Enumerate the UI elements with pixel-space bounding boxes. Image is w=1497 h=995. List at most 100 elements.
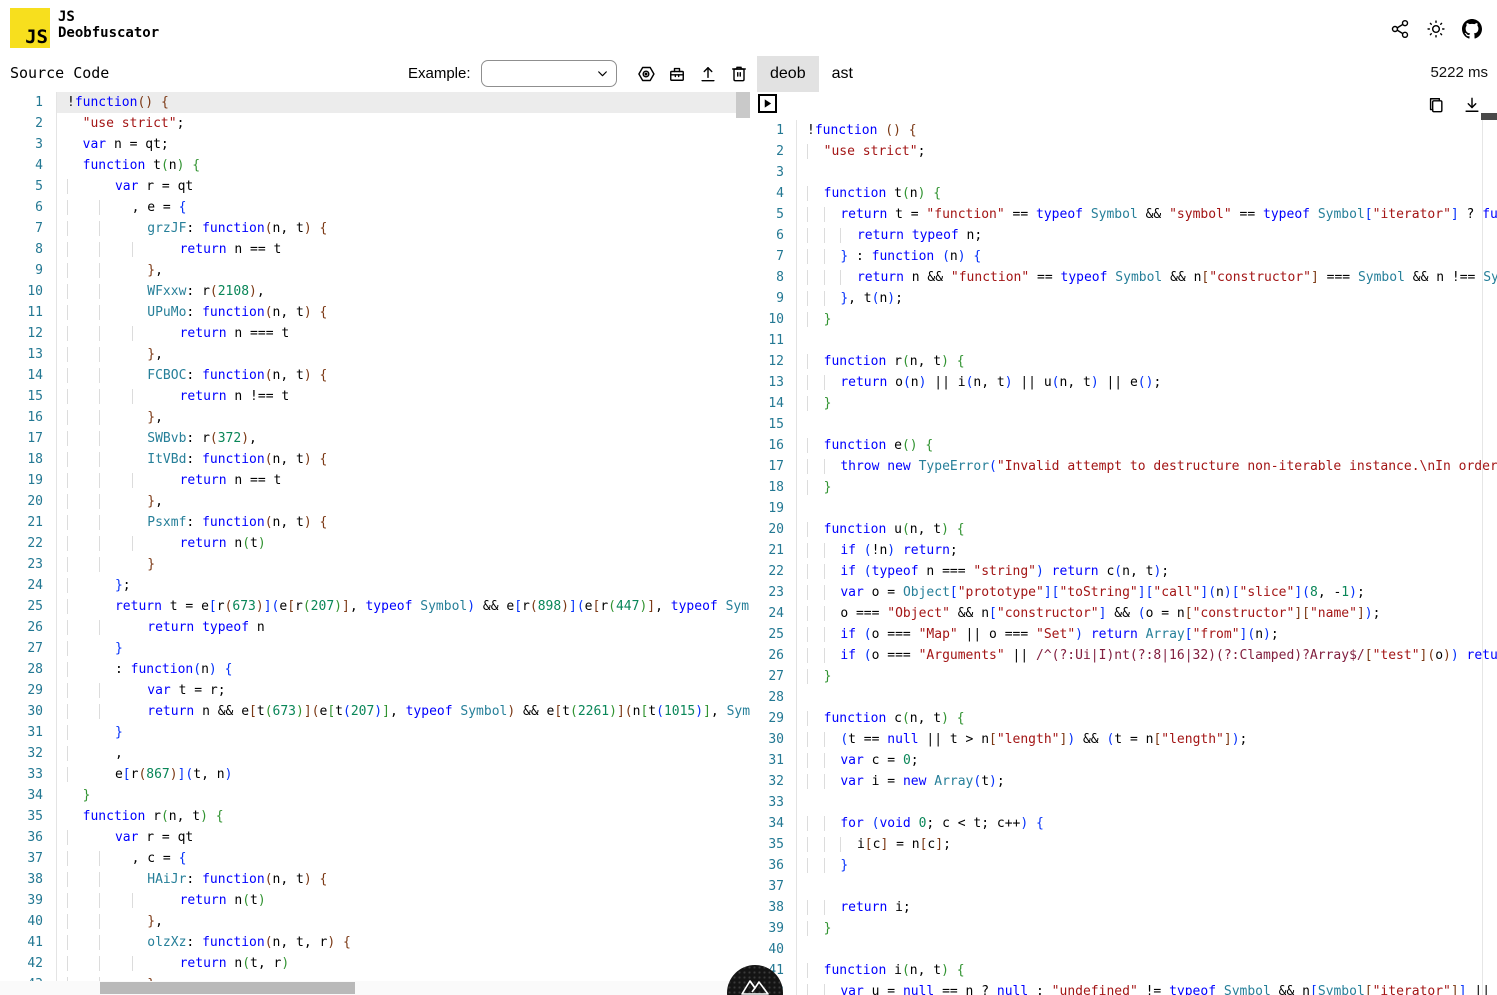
line-numbers: 1234567891011121314151617181920212223242… (750, 120, 796, 995)
source-editor-hscrollbar-thumb[interactable] (100, 982, 355, 994)
code-line: : function(n) { (67, 659, 750, 680)
code-line: function r(n, t) { (807, 351, 1497, 372)
example-label: Example: (408, 65, 471, 82)
code-line: o === "Object" && n["constructor"] && (o… (807, 603, 1497, 624)
output-toolbar (750, 92, 1497, 120)
output-editor-scrollbar-thumb[interactable] (1481, 113, 1497, 120)
code-line: }, (67, 491, 750, 512)
code-line: }, t(n); (807, 288, 1497, 309)
source-editor-hscrollbar (0, 981, 750, 995)
code-line: return n == t (67, 470, 750, 491)
code-line (807, 414, 1497, 435)
code-line: } (807, 855, 1497, 876)
code-line: UPuMo: function(n, t) { (67, 302, 750, 323)
code-line: FCBOC: function(n, t) { (67, 365, 750, 386)
code-line: function t(n) { (807, 183, 1497, 204)
code-line: , (67, 743, 750, 764)
output-editor-panel: 1234567891011121314151617181920212223242… (750, 92, 1497, 995)
code-line: if (!n) return; (807, 540, 1497, 561)
code-line: return n === t (67, 323, 750, 344)
code-line (807, 687, 1497, 708)
copy-icon[interactable] (1425, 94, 1447, 116)
code-line (807, 498, 1497, 519)
code-line: function r(n, t) { (67, 806, 750, 827)
upload-icon[interactable] (697, 63, 719, 85)
example-group: Example: (408, 60, 750, 87)
run-icon[interactable] (758, 94, 777, 113)
code-line: } (67, 722, 750, 743)
source-editor-vscrollbar[interactable] (736, 92, 750, 118)
timing-badge: 5222 ms (1430, 64, 1488, 81)
code-line: return n && e[t(673)](e[t(207)], typeof … (67, 701, 750, 722)
app-title-line1: JS (58, 9, 75, 25)
code-line: if (o === "Map" || o === "Set") return A… (807, 624, 1497, 645)
code-line: throw new TypeError("Invalid attempt to … (807, 456, 1497, 477)
code-area[interactable]: !function () { "use strict"; function t(… (796, 120, 1497, 995)
output-tabs: deobast (757, 56, 866, 92)
download-icon[interactable] (1461, 94, 1483, 116)
code-line (807, 939, 1497, 960)
chevron-down-icon (596, 67, 609, 80)
code-line: }, (67, 260, 750, 281)
code-line: }, (67, 911, 750, 932)
code-line: } (67, 554, 750, 575)
code-line: } (807, 309, 1497, 330)
code-line: , e = { (67, 197, 750, 218)
code-line: function u(n, t) { (807, 519, 1497, 540)
code-line: }, (67, 407, 750, 428)
example-select[interactable] (481, 60, 617, 87)
code-line: WFxxw: r(2108), (67, 281, 750, 302)
code-line: Psxmf: function(n, t) { (67, 512, 750, 533)
code-line: return typeof n; (807, 225, 1497, 246)
output-actions (1425, 94, 1483, 116)
code-line: SWBvb: r(372), (67, 428, 750, 449)
js-logo: JS (10, 8, 50, 48)
code-line: return n(t) (67, 890, 750, 911)
code-line: var t = r; (67, 680, 750, 701)
source-editor[interactable]: 1234567891011121314151617181920212223242… (0, 92, 750, 995)
code-line: return n == t (67, 239, 750, 260)
main-split: 1234567891011121314151617181920212223242… (0, 92, 1497, 995)
toolbar: Source Code Example: deobast 5222 ms (0, 56, 1497, 92)
trash-icon[interactable] (728, 63, 750, 85)
code-line: }, (67, 344, 750, 365)
code-line: return n !== t (67, 386, 750, 407)
code-line: var r = qt (67, 827, 750, 848)
github-icon[interactable] (1461, 18, 1483, 40)
code-line: , c = { (67, 848, 750, 869)
code-line (807, 330, 1497, 351)
code-line: !function () { (807, 120, 1497, 141)
theme-toggle-icon[interactable] (1425, 18, 1447, 40)
code-area[interactable]: !function() { "use strict"; var n = qt; … (56, 92, 750, 995)
code-line: e[r(867)](t, n) (67, 764, 750, 785)
tab-deob[interactable]: deob (757, 56, 819, 92)
code-line: }; (67, 575, 750, 596)
tab-ast[interactable]: ast (819, 56, 866, 92)
code-line: } (67, 785, 750, 806)
line-numbers: 1234567891011121314151617181920212223242… (0, 92, 56, 995)
header-actions (1389, 18, 1483, 40)
code-line: HAiJr: function(n, t) { (67, 869, 750, 890)
app-title-line2: Deobfuscator (58, 25, 159, 41)
code-line: } (67, 638, 750, 659)
output-editor-ruler (1482, 120, 1483, 995)
share-icon[interactable] (1389, 18, 1411, 40)
app-title: JS Deobfuscator (58, 9, 159, 41)
settings-icon[interactable] (635, 63, 657, 85)
source-code-label: Source Code (10, 64, 109, 82)
code-line: return n && "function" == typeof Symbol … (807, 267, 1497, 288)
code-line: var n = qt; (67, 134, 750, 155)
code-line: "use strict"; (67, 113, 750, 134)
code-line: var i = new Array(t); (807, 771, 1497, 792)
output-editor[interactable]: 1234567891011121314151617181920212223242… (750, 120, 1497, 995)
code-line: return t = "function" == typeof Symbol &… (807, 204, 1497, 225)
js-logo-text: JS (25, 28, 50, 48)
code-line: return t = e[r(673)](e[r(207)], typeof S… (67, 596, 750, 617)
code-line: "use strict"; (807, 141, 1497, 162)
code-line: } (807, 393, 1497, 414)
code-line: } (807, 477, 1497, 498)
code-line: function c(n, t) { (807, 708, 1497, 729)
code-line: (t == null || t > n["length"]) && (t = n… (807, 729, 1497, 750)
paste-icon[interactable] (666, 63, 688, 85)
code-line (807, 792, 1497, 813)
